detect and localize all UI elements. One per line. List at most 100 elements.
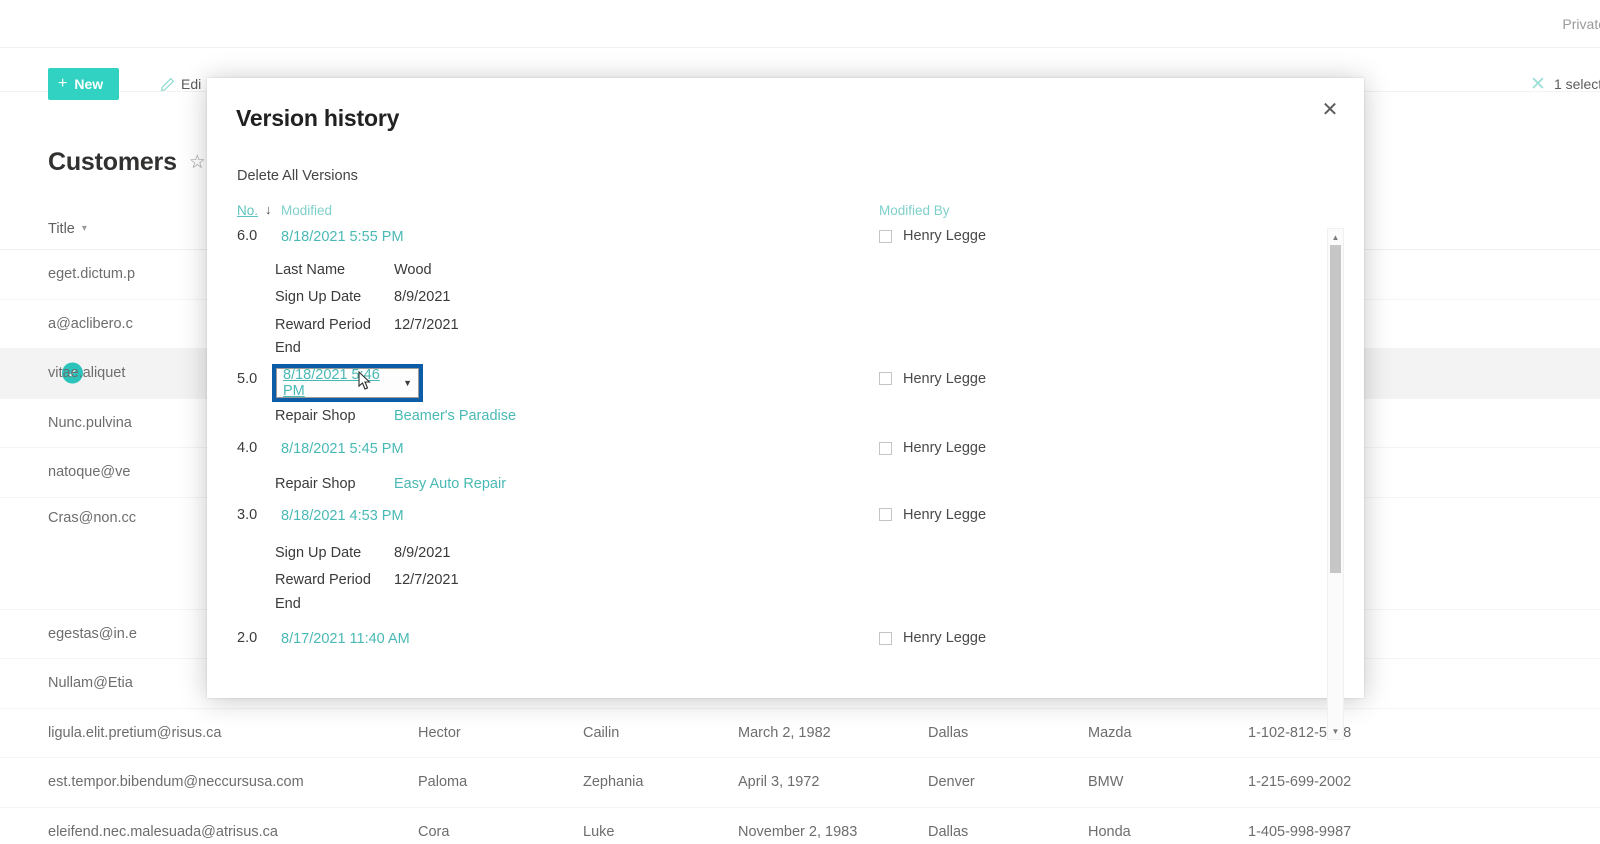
version-table: No. ↓ Modified Modified By 6.0 8/18/2021… — [229, 196, 1309, 662]
cell-title-text: Nullam@Etia — [48, 675, 133, 692]
new-button-label: New — [74, 76, 104, 92]
version-number: 3.0 — [237, 506, 258, 523]
version-number: 6.0 — [237, 228, 258, 244]
detail-value: 8/9/2021 — [394, 544, 451, 561]
version-modified-by-name: Henry Legge — [903, 506, 987, 523]
table-row[interactable]: ⤴ eleifend.nec.malesuada@atrisus.ca Cora… — [0, 808, 1600, 844]
version-number: 4.0 — [237, 440, 258, 457]
version-table-header: No. ↓ Modified Modified By — [229, 196, 1309, 224]
chevron-down-icon[interactable]: ▼ — [403, 378, 412, 388]
cell-date: March 2, 1982 — [738, 724, 831, 741]
detail-value-link[interactable]: Easy Auto Repair — [394, 473, 506, 496]
star-icon[interactable]: ☆ — [189, 151, 206, 174]
cell-title: ⤴ eleifend.nec.malesuada@atrisus.ca — [48, 824, 418, 840]
version-date-link[interactable]: 8/18/2021 4:53 PM — [281, 508, 404, 524]
version-date-link[interactable]: 8/18/2021 5:46 PM — [283, 367, 396, 399]
version-checkbox[interactable] — [879, 441, 892, 455]
detail-label: Reward Period End — [275, 316, 371, 357]
edit-command-label: Edi — [181, 76, 202, 92]
cell-date: November 2, 1983 — [738, 823, 858, 840]
column-header-version-no[interactable]: No. — [237, 203, 281, 218]
version-date-dropdown-inner[interactable]: 8/18/2021 5:46 PM ▼ — [276, 367, 419, 399]
version-modified-cell: 8/18/2021 4:53 PM — [281, 503, 879, 525]
version-modified-by-cell: Henry Legge — [879, 224, 1309, 244]
table-row[interactable]: ⤴ ligula.elit.pretium@risus.ca Hector Ca… — [0, 709, 1600, 758]
version-checkbox[interactable] — [879, 372, 892, 386]
dialog-title: Version history — [236, 105, 400, 131]
detail-value: Wood — [394, 262, 432, 278]
version-modified-cell: 8/18/2021 5:45 PM — [281, 436, 879, 458]
version-checkbox[interactable] — [879, 631, 892, 645]
version-modified-by-cell: Henry Legge — [879, 503, 1309, 523]
cell-title: ⤴ est.tempor.bibendum@neccursusa.com — [48, 774, 418, 790]
detail-label: Sign Up Date — [275, 289, 362, 306]
app-root: Private + New Edi — [0, 0, 1600, 844]
cell-make: BMW — [1088, 774, 1124, 791]
close-icon[interactable]: ✕ — [1530, 75, 1546, 94]
column-header-modified-by[interactable]: Modified By — [879, 203, 1309, 218]
version-checkbox[interactable] — [879, 229, 892, 243]
cell-title-text: natoque@ve — [48, 464, 131, 481]
selection-count-chip[interactable]: ✕ 1 selecte — [1530, 68, 1600, 100]
table-row[interactable]: ⤴ est.tempor.bibendum@neccursusa.com Pal… — [0, 758, 1600, 808]
version-list-scroll-area: No. ↓ Modified Modified By 6.0 8/18/2021… — [229, 196, 1347, 662]
version-checkbox[interactable] — [879, 508, 892, 522]
edit-command[interactable]: Edi — [160, 68, 201, 100]
dialog-close-button[interactable]: ✕ — [1312, 92, 1348, 126]
new-button[interactable]: + New — [48, 68, 120, 100]
cell-title-text: ligula.elit.pretium@risus.ca — [48, 724, 222, 741]
version-detail-row: Reward Period End 12/7/2021 — [229, 314, 1309, 361]
cell-title-text: eget.dictum.p — [48, 266, 136, 283]
cell-city: Dallas — [928, 724, 969, 741]
page-title: Customers — [48, 148, 177, 176]
version-row: 2.0 8/17/2021 11:40 AM Henry Legge — [229, 626, 1309, 657]
cell-first-name: Paloma — [418, 774, 468, 791]
version-modified-by-name: Henry Legge — [903, 630, 987, 647]
version-date-dropdown[interactable]: 8/18/2021 5:46 PM ▼ — [272, 363, 423, 402]
delete-all-versions-link[interactable]: Delete All Versions — [237, 168, 358, 184]
dialog-scrollbar[interactable]: ▲ ▼ — [1327, 228, 1344, 740]
cell-title-text: vitae.aliquet — [48, 365, 126, 382]
cell-title-text: est.tempor.bibendum@neccursusa.com — [48, 774, 304, 791]
cell-number: 1-102-812-5798 — [1248, 724, 1352, 741]
detail-label: Repair Shop — [275, 476, 356, 493]
scroll-up-arrow-icon[interactable]: ▲ — [1328, 229, 1343, 245]
dialog-scrollbar-thumb[interactable] — [1330, 245, 1341, 573]
cell-last-name: Cailin — [583, 724, 620, 741]
version-row: 3.0 8/18/2021 4:53 PM Henry Legge — [229, 503, 1309, 534]
version-modified-by-cell: Henry Legge — [879, 367, 1309, 387]
cell-date: April 3, 1972 — [738, 774, 820, 791]
detail-value: 12/7/2021 — [394, 572, 459, 589]
version-modified-by-name: Henry Legge — [903, 440, 987, 457]
version-row-focused: 5.0 8/18/2021 5:46 PM ▼ Henry Legge — [229, 363, 1309, 409]
column-header-modified[interactable]: Modified — [281, 203, 879, 218]
cell-number: 1-405-998-9987 — [1248, 823, 1352, 840]
cell-title-text: egestas@in.e — [48, 625, 137, 642]
cell-number: 1-215-699-2002 — [1248, 774, 1352, 791]
version-row: 4.0 8/18/2021 5:45 PM Henry Legge — [229, 436, 1309, 467]
cell-first-name: Cora — [418, 823, 450, 840]
privacy-label: Private — [1562, 16, 1600, 32]
version-date-link[interactable]: 8/18/2021 5:55 PM — [281, 229, 404, 245]
cell-make: Honda — [1088, 823, 1131, 840]
cell-first-name: Hector — [418, 724, 461, 741]
chevron-down-icon: ▾ — [81, 223, 87, 234]
detail-value: 8/9/2021 — [394, 289, 451, 306]
cell-title-text: a@aclibero.c — [48, 315, 133, 332]
detail-label: Reward Period End — [275, 572, 371, 612]
version-modified-cell: 8/18/2021 5:55 PM — [281, 224, 879, 246]
cell-title-text: eleifend.nec.malesuada@atrisus.ca — [48, 823, 278, 840]
cell-last-name: Luke — [583, 823, 615, 840]
detail-label: Last Name — [275, 262, 346, 278]
cell-title: ⤴ ligula.elit.pretium@risus.ca — [48, 725, 418, 741]
cell-city: Dallas — [928, 823, 969, 840]
list-title-row: Customers ☆ — [48, 148, 206, 177]
suite-bar: Private — [0, 0, 1600, 48]
version-history-dialog: ✕ Version history Delete All Versions No… — [207, 78, 1364, 740]
version-detail-row: Sign Up Date 8/9/2021 — [229, 542, 1309, 565]
version-date-link[interactable]: 8/18/2021 5:45 PM — [281, 441, 404, 457]
version-modified-cell: 8/17/2021 11:40 AM — [281, 626, 879, 648]
selection-count-label: 1 selecte — [1553, 76, 1600, 92]
scroll-down-arrow-icon[interactable]: ▼ — [1328, 723, 1343, 739]
version-date-link[interactable]: 8/17/2021 11:40 AM — [281, 631, 410, 647]
